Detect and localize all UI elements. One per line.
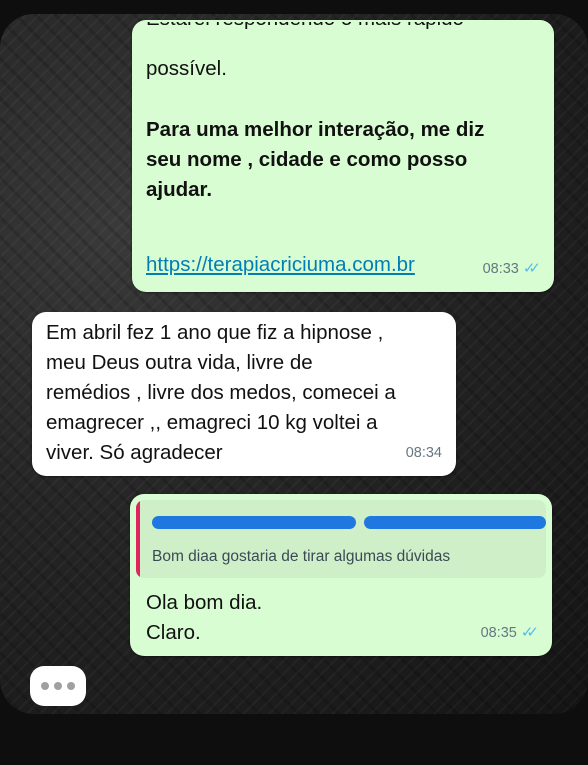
redacted-sender-number [364, 516, 546, 529]
quoted-text: Bom diaa gostaria de tirar algumas dúvid… [152, 548, 451, 565]
double-check-read-icon: ✓✓ [520, 624, 539, 641]
message-text: Ola bom dia. Claro. [146, 591, 263, 644]
typing-indicator [30, 666, 86, 706]
message-outgoing-2[interactable]: Bom diaa gostaria de tirar algumas dúvid… [130, 494, 552, 656]
message-text: possível. [146, 57, 227, 80]
quoted-message[interactable]: Bom diaa gostaria de tirar algumas dúvid… [136, 500, 546, 578]
typing-dot [67, 682, 75, 690]
message-time: 08:33 [482, 261, 519, 277]
message-time: 08:34 [405, 445, 442, 461]
typing-dot [54, 682, 62, 690]
message-outgoing-1[interactable]: Estarei respondendo o mais rápido possív… [132, 20, 554, 292]
message-incoming-1[interactable]: Em abril fez 1 ano que fiz a hipnose , m… [32, 312, 456, 476]
message-text: Em abril fez 1 ano que fiz a hipnose , m… [46, 321, 396, 464]
website-link[interactable]: https://terapiacriciuma.com.br [146, 250, 415, 280]
message-meta: 08:33 ✓✓ [482, 254, 541, 284]
message-meta: 08:34 [406, 438, 442, 468]
redacted-sender-name [152, 516, 356, 529]
quote-bar [136, 500, 140, 578]
message-time: 08:35 [480, 625, 517, 641]
typing-dot [41, 682, 49, 690]
message-meta: 08:35 ✓✓ [480, 618, 539, 648]
double-check-read-icon: ✓✓ [522, 260, 541, 277]
message-bold-text: Para uma melhor interação, me diz seu no… [146, 118, 485, 201]
